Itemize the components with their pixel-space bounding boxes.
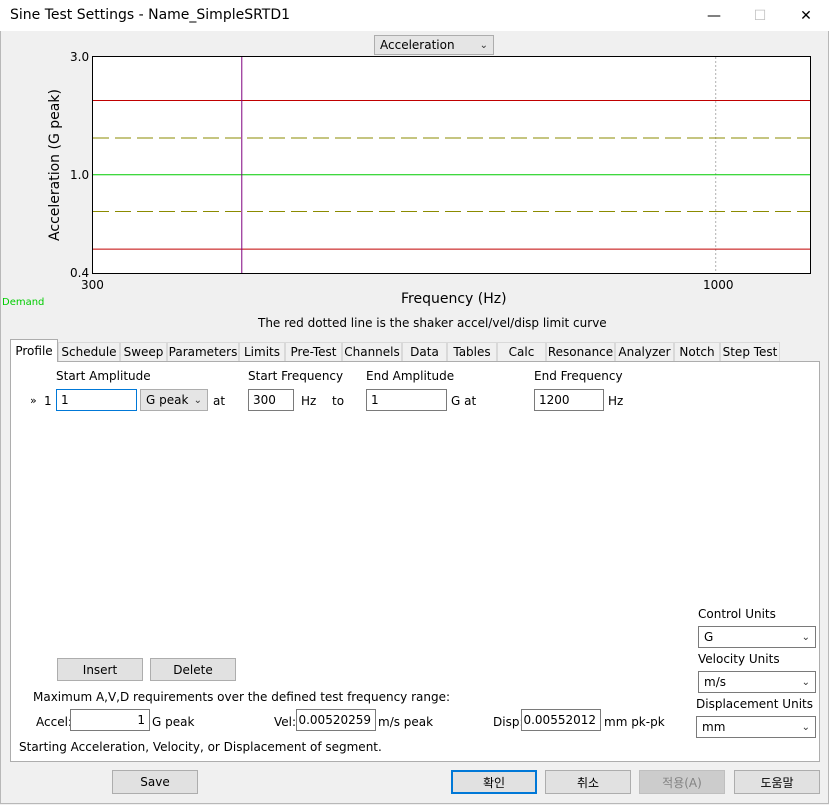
x-tick-1000: 1000 (703, 278, 734, 292)
hz-label-2: Hz (608, 394, 624, 408)
demand-legend: Demand (2, 297, 45, 308)
row-marker: » (30, 394, 37, 407)
tab-data[interactable]: Data (402, 342, 447, 361)
end-frequency-input[interactable]: 1200 (534, 389, 604, 411)
max-requirements-note: Maximum A,V,D requirements over the defi… (33, 690, 451, 704)
tab-notch[interactable]: Notch (674, 342, 720, 361)
vel-label: Vel: (274, 715, 297, 729)
save-button[interactable]: Save (112, 770, 198, 794)
y-axis-label: Acceleration (G peak) (47, 89, 63, 241)
tab-analyzer[interactable]: Analyzer (615, 342, 674, 361)
displacement-units-value: mm (702, 720, 726, 734)
vel-value: 0.00520259 (296, 709, 376, 731)
chevron-down-icon: ⌄ (801, 676, 810, 688)
chart-svg (93, 57, 810, 273)
window-title: Sine Test Settings - Name_SimpleSRTD1 (10, 7, 291, 23)
tab-limits[interactable]: Limits (239, 342, 285, 361)
accel-value: 1 (70, 709, 150, 731)
chevron-down-icon: ⌄ (801, 631, 810, 643)
y-tick-mid: 1.0 (70, 168, 90, 182)
amplitude-unit-select[interactable]: G peak ⌄ (140, 389, 208, 411)
end-frequency-header: End Frequency (534, 369, 623, 383)
start-amplitude-header: Start Amplitude (56, 369, 151, 383)
chart-type-select[interactable]: Acceleration ⌄ (374, 35, 494, 55)
to-label: to (332, 394, 345, 408)
minimize-button[interactable]: — (691, 0, 737, 31)
tab-profile[interactable]: Profile (10, 339, 58, 362)
tab-channels[interactable]: Channels (342, 342, 402, 361)
tab-calc[interactable]: Calc (497, 342, 546, 361)
start-frequency-input[interactable]: 300 (248, 389, 294, 411)
end-amplitude-header: End Amplitude (366, 369, 455, 383)
x-axis-label: Frequency (Hz) (401, 291, 507, 307)
g-at-label: G at (451, 394, 477, 408)
apply-button[interactable]: 적용(A) (639, 770, 725, 794)
tab-pre-test[interactable]: Pre-Test (285, 342, 342, 361)
velocity-units-select[interactable]: m/s ⌄ (698, 671, 816, 693)
disp-value: 0.00552012 (521, 709, 601, 731)
x-tick-start: 300 (81, 278, 104, 292)
delete-button[interactable]: Delete (150, 658, 236, 681)
tab-sweep[interactable]: Sweep (120, 342, 167, 361)
chevron-down-icon: ⌄ (479, 39, 488, 51)
velocity-units-label: Velocity Units (698, 652, 780, 666)
tab-schedule[interactable]: Schedule (58, 342, 120, 361)
control-units-select[interactable]: G ⌄ (698, 626, 816, 648)
start-frequency-header: Start Frequency (248, 369, 344, 383)
start-amplitude-input[interactable]: 1 (56, 389, 137, 411)
displacement-units-label: Displacement Units (696, 697, 813, 711)
vel-unit: m/s peak (378, 715, 434, 729)
status-text: Starting Acceleration, Velocity, or Disp… (19, 740, 382, 754)
control-units-value: G (704, 630, 714, 644)
tab-tables[interactable]: Tables (447, 342, 497, 361)
plot-area[interactable] (92, 56, 811, 274)
maximize-button[interactable]: ☐ (737, 0, 783, 31)
ok-button[interactable]: 확인 (451, 770, 537, 794)
chevron-down-icon: ⌄ (193, 394, 202, 406)
y-tick-top: 3.0 (70, 50, 90, 64)
control-units-label: Control Units (698, 607, 776, 621)
chevron-down-icon: ⌄ (801, 721, 810, 733)
end-amplitude-input[interactable]: 1 (366, 389, 447, 411)
close-button[interactable]: ✕ (783, 0, 829, 31)
row-index: 1 (44, 394, 52, 408)
amplitude-unit-value: G peak (146, 393, 189, 407)
chart-type-value: Acceleration (380, 38, 455, 52)
tab-parameters[interactable]: Parameters (167, 342, 239, 361)
disp-unit: mm pk-pk (604, 715, 665, 729)
accel-label: Accel: (36, 715, 72, 729)
tab-step-test[interactable]: Step Test (720, 342, 780, 361)
accel-unit: G peak (152, 715, 195, 729)
hz-label-1: Hz (301, 394, 317, 408)
cancel-button[interactable]: 취소 (545, 770, 631, 794)
disp-label: Disp: (493, 715, 524, 729)
help-button[interactable]: 도움말 (734, 770, 820, 794)
velocity-units-value: m/s (704, 675, 726, 689)
at-label: at (213, 394, 226, 408)
displacement-units-select[interactable]: mm ⌄ (696, 716, 816, 738)
chart-note: The red dotted line is the shaker accel/… (258, 316, 607, 330)
insert-button[interactable]: Insert (57, 658, 143, 681)
tab-resonance[interactable]: Resonance (546, 342, 615, 361)
